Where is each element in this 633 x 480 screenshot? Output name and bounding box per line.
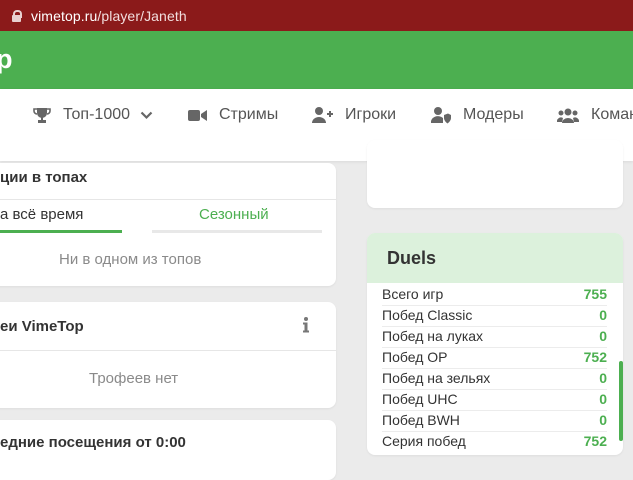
url-text[interactable]: vimetop.ru/player/Janeth [31, 8, 187, 24]
stat-label: Побед UHC [382, 391, 458, 407]
stat-row: Серия побед 752 [382, 431, 607, 452]
scrollbar-thumb[interactable] [619, 361, 623, 441]
site-logo[interactable]: p [0, 44, 13, 75]
card-title: еи VimeTop [0, 318, 84, 335]
stat-value: 0 [599, 307, 607, 323]
stat-value: 0 [599, 412, 607, 428]
tab-underline [152, 230, 322, 233]
stat-label: Всего игр [382, 286, 444, 302]
divider [0, 350, 336, 351]
tab-seasonal[interactable]: Сезонный [199, 206, 269, 223]
nav-item-teams[interactable]: Коман [557, 89, 633, 141]
duels-card: Duels Всего игр 755 Побед Classic 0 Побе… [367, 233, 623, 455]
url-path: /player/Janeth [97, 7, 187, 24]
lock-icon [12, 9, 22, 22]
chevron-down-icon [140, 111, 153, 119]
nav-item-label: Игроки [345, 106, 397, 123]
stat-value: 755 [583, 286, 607, 302]
stat-row: Побед на зельях 0 [382, 368, 607, 390]
stat-row: Побед OP 752 [382, 347, 607, 369]
url-host: vimetop.ru [31, 7, 98, 24]
nav-item-label: Топ-1000 [63, 106, 131, 123]
stat-label: Побед на зельях [382, 370, 491, 386]
stat-row: Побед на луках 0 [382, 326, 607, 348]
nav-item-label: Модеры [463, 106, 524, 123]
user-shield-icon [431, 106, 451, 123]
nav-item-streams[interactable]: Стримы [188, 89, 278, 141]
stat-label: Серия побед [382, 433, 466, 449]
stat-value: 0 [599, 328, 607, 344]
stat-label: Побед BWH [382, 412, 460, 428]
stat-value: 752 [583, 349, 607, 365]
card-title: едние посещения от 0:00 [0, 434, 186, 451]
empty-state-text: Трофеев нет [89, 370, 179, 387]
nav-item-moderators[interactable]: Модеры [431, 89, 524, 141]
profile-stats-card [367, 140, 623, 208]
empty-state-text: Ни в одном из топов [59, 251, 202, 268]
stat-label: Побед OP [382, 349, 448, 365]
nav-item-label: Стримы [219, 106, 279, 123]
divider [0, 199, 336, 200]
card-title: ции в топах [0, 169, 88, 186]
browser-address-bar[interactable]: vimetop.ru/player/Janeth [0, 0, 633, 31]
trophy-icon [33, 107, 51, 123]
stat-value: 0 [599, 391, 607, 407]
last-visits-card: едние посещения от 0:00 [0, 420, 336, 480]
top-positions-card: ции в топах а всё время Сезонный Ни в од… [0, 163, 336, 286]
stat-label: Побед на луках [382, 328, 484, 344]
info-icon[interactable] [303, 317, 309, 333]
video-camera-icon [188, 109, 207, 121]
users-icon [557, 108, 579, 123]
tab-all-time[interactable]: а всё время [0, 206, 83, 223]
duels-title: Duels [387, 248, 437, 268]
site-header: p [0, 31, 633, 89]
stat-row: Побед BWH 0 [382, 410, 607, 432]
nav-item-label: Коман [591, 106, 633, 123]
duels-header: Duels [367, 233, 623, 283]
active-tab-indicator [0, 230, 122, 233]
nav-item-top1000[interactable]: Топ-1000 [33, 89, 165, 141]
stat-row: Побед Classic 0 [382, 305, 607, 327]
stat-value: 0 [599, 370, 607, 386]
stat-label: Побед Classic [382, 307, 473, 323]
nav-item-players[interactable]: Игроки [312, 89, 396, 141]
stat-row: Всего игр 755 [382, 284, 607, 306]
stat-row: Побед UHC 0 [382, 389, 607, 411]
user-plus-icon [312, 107, 333, 123]
stat-value: 752 [583, 433, 607, 449]
trophies-card: еи VimeTop Трофеев нет [0, 302, 336, 408]
